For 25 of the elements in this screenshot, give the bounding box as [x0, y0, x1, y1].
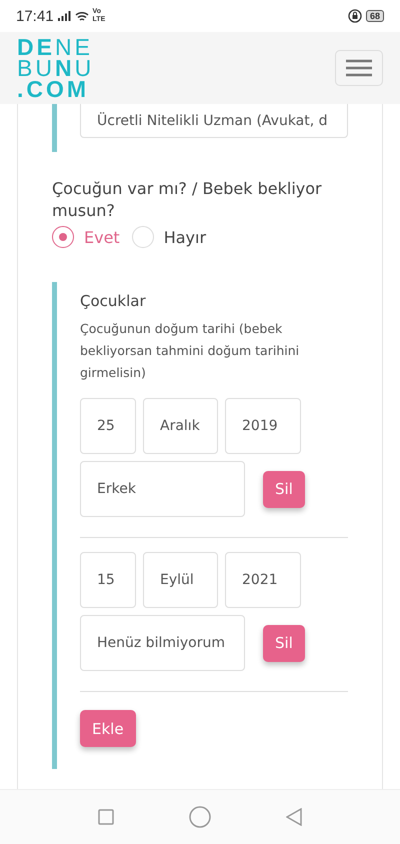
year-field[interactable]: 2021	[225, 552, 301, 608]
signal-icon	[58, 11, 71, 21]
year-field[interactable]: 2019	[225, 398, 301, 454]
back-icon[interactable]	[286, 808, 302, 826]
day-field[interactable]: 15	[80, 552, 136, 608]
question-label: Çocuğun var mı? / Bebek bekliyor musun?	[52, 178, 323, 222]
day-field[interactable]: 25	[80, 398, 136, 454]
lock-icon	[348, 9, 362, 23]
month-field[interactable]: Aralık	[143, 398, 218, 454]
logo-text: DENE	[17, 36, 94, 58]
menu-button[interactable]	[335, 50, 383, 86]
section-title: Çocuklar	[80, 292, 147, 310]
profession-field[interactable]: Ücretli Nitelikli Uzman (Avukat, d	[80, 104, 348, 138]
hint-text: Çocuğunun doğum tarihi (bebek bekliyorsan tahmini doğum tarihini girmelisin)	[80, 320, 300, 382]
battery-level: 68	[366, 10, 384, 22]
home-icon[interactable]	[188, 806, 211, 828]
menu-icon	[346, 59, 372, 77]
gender-field[interactable]: Erkek	[80, 461, 245, 517]
gender-field[interactable]: Henüz bilmiyorum	[80, 615, 245, 671]
logo-text: .COM	[17, 78, 90, 100]
status-time: 17:41	[16, 8, 54, 24]
radio-option[interactable]: Hayır	[132, 226, 206, 248]
square-icon[interactable]	[98, 809, 114, 825]
wifi-icon	[74, 10, 89, 22]
month-field[interactable]: Eylül	[143, 552, 218, 608]
